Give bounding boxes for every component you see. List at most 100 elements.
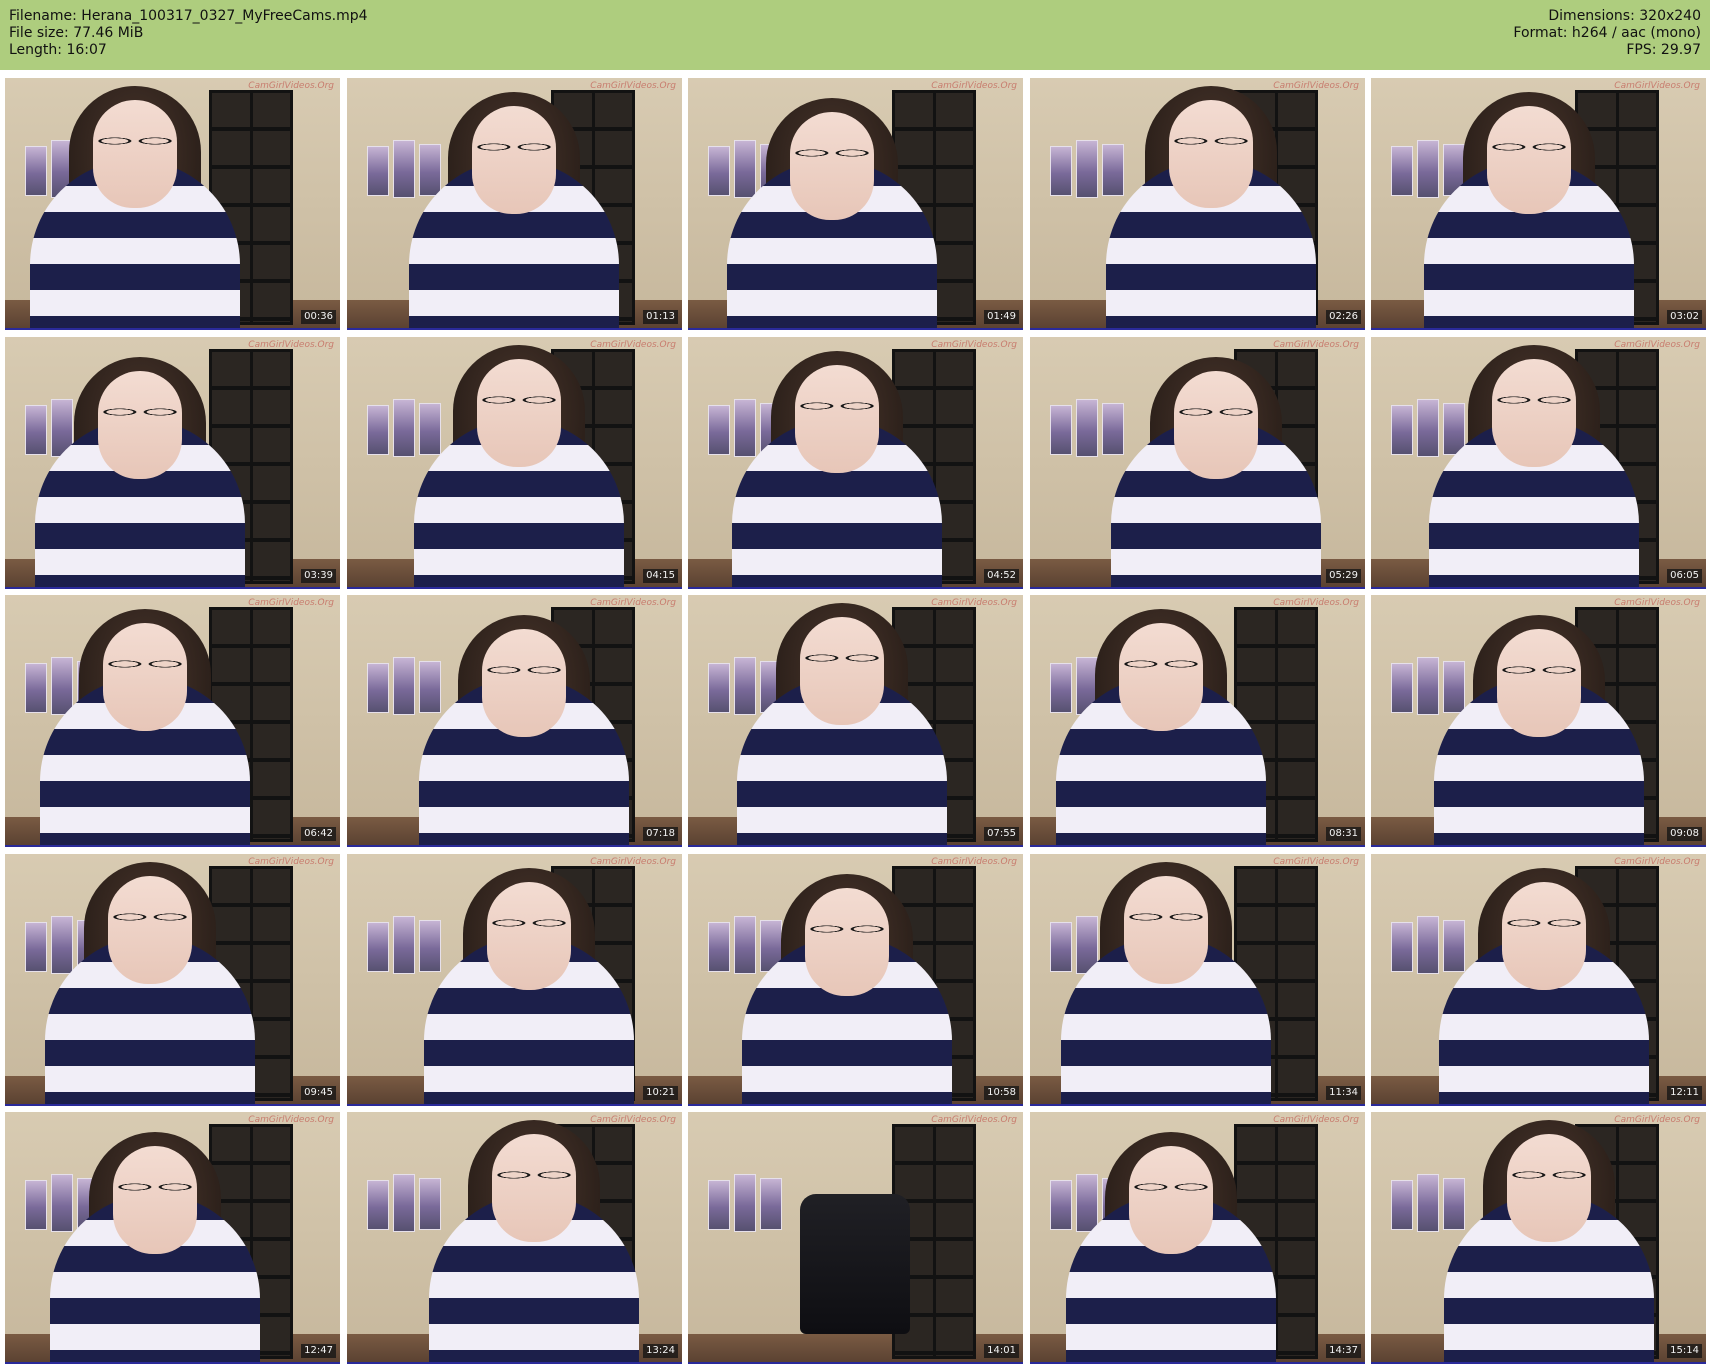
- video-thumbnail: CamGirlVideos.Org 01:13: [347, 78, 682, 330]
- watermark-text: CamGirlVideos.Org: [248, 857, 334, 867]
- video-thumbnail: CamGirlVideos.Org 13:24: [347, 1112, 682, 1364]
- watermark-text: CamGirlVideos.Org: [590, 598, 676, 608]
- person-face-image: [93, 100, 177, 208]
- wall-art-image: [367, 663, 389, 713]
- dimensions-text: Dimensions: 320x240: [1548, 8, 1701, 24]
- video-thumbnail: CamGirlVideos.Org 15:14: [1371, 1112, 1706, 1364]
- video-thumbnail: CamGirlVideos.Org 06:42: [5, 595, 340, 847]
- wall-art-image: [51, 916, 73, 974]
- glasses-icon: [1124, 904, 1208, 930]
- wall-art-image: [1417, 916, 1439, 974]
- video-thumbnail: CamGirlVideos.Org 14:01: [688, 1112, 1023, 1364]
- person-face-image: [1169, 100, 1253, 208]
- wall-art-image: [51, 657, 73, 715]
- watermark-text: CamGirlVideos.Org: [248, 598, 334, 608]
- glasses-icon: [1174, 399, 1258, 425]
- thumbnail-timestamp: 09:08: [1667, 827, 1702, 841]
- video-thumbnail: CamGirlVideos.Org 04:52: [688, 337, 1023, 589]
- wall-art-image: [419, 920, 441, 972]
- glasses-icon: [113, 1174, 197, 1200]
- thumbnail-timestamp: 12:47: [301, 1344, 336, 1358]
- wall-art-image: [1391, 146, 1413, 196]
- thumbnail-timestamp: 06:05: [1667, 569, 1702, 583]
- glasses-icon: [795, 393, 879, 419]
- thumbnail-timestamp: 14:01: [984, 1344, 1019, 1358]
- watermark-text: CamGirlVideos.Org: [590, 1115, 676, 1125]
- glasses-icon: [1502, 910, 1586, 936]
- thumbnail-timestamp: 01:13: [643, 310, 678, 324]
- wall-art-image: [51, 1174, 73, 1232]
- video-thumbnail: CamGirlVideos.Org 10:21: [347, 854, 682, 1106]
- glasses-icon: [487, 910, 571, 936]
- thumbnail-timestamp: 13:24: [643, 1344, 678, 1358]
- thumbnail-timestamp: 05:29: [1326, 569, 1361, 583]
- wall-art-image: [419, 661, 441, 713]
- video-thumbnail: CamGirlVideos.Org 09:45: [5, 854, 340, 1106]
- wall-art-image: [734, 399, 756, 457]
- filesize-text: File size: 77.46 MiB: [9, 25, 144, 41]
- filename-text: Filename: Herana_100317_0327_MyFreeCams.…: [9, 8, 368, 24]
- wall-art-image: [1417, 657, 1439, 715]
- person-face-image: [98, 371, 182, 479]
- watermark-text: CamGirlVideos.Org: [1273, 598, 1359, 608]
- person-face-image: [1507, 1134, 1591, 1242]
- thumbnail-timestamp: 12:11: [1667, 1086, 1702, 1100]
- person-face-image: [1502, 882, 1586, 990]
- thumbnail-timestamp: 00:36: [301, 310, 336, 324]
- thumbnail-timestamp: 06:42: [301, 827, 336, 841]
- wall-art-image: [1391, 922, 1413, 972]
- person-face-image: [103, 623, 187, 731]
- thumbnail-timestamp: 03:02: [1667, 310, 1702, 324]
- watermark-text: CamGirlVideos.Org: [1273, 81, 1359, 91]
- wall-art-image: [393, 140, 415, 198]
- glasses-icon: [1497, 657, 1581, 683]
- thumbnail-timestamp: 10:21: [643, 1086, 678, 1100]
- wall-art-image: [25, 146, 47, 196]
- wall-art-image: [1443, 1178, 1465, 1230]
- glasses-icon: [98, 399, 182, 425]
- wall-art-image: [1417, 399, 1439, 457]
- video-thumbnail: CamGirlVideos.Org 09:08: [1371, 595, 1706, 847]
- watermark-text: CamGirlVideos.Org: [248, 1115, 334, 1125]
- wall-art-image: [734, 1174, 756, 1232]
- glasses-icon: [108, 904, 192, 930]
- wall-art-image: [1050, 922, 1072, 972]
- glasses-icon: [1169, 128, 1253, 154]
- watermark-text: CamGirlVideos.Org: [931, 857, 1017, 867]
- wall-art-image: [1050, 405, 1072, 455]
- wall-art-image: [393, 657, 415, 715]
- glasses-icon: [1507, 1162, 1591, 1188]
- wall-art-image: [367, 1180, 389, 1230]
- thumbnail-timestamp: 09:45: [301, 1086, 336, 1100]
- length-text: Length: 16:07: [9, 42, 107, 58]
- video-thumbnail: CamGirlVideos.Org 05:29: [1030, 337, 1365, 589]
- wall-art-image: [708, 922, 730, 972]
- watermark-text: CamGirlVideos.Org: [931, 340, 1017, 350]
- wall-art-image: [1050, 663, 1072, 713]
- person-face-image: [790, 112, 874, 220]
- glasses-icon: [477, 387, 561, 413]
- video-thumbnail: CamGirlVideos.Org 01:49: [688, 78, 1023, 330]
- video-thumbnail: CamGirlVideos.Org 02:26: [1030, 78, 1365, 330]
- video-thumbnail: CamGirlVideos.Org 10:58: [688, 854, 1023, 1106]
- wall-art-image: [708, 1180, 730, 1230]
- person-face-image: [1119, 623, 1203, 731]
- wall-art-image: [708, 663, 730, 713]
- video-thumbnail: CamGirlVideos.Org 11:34: [1030, 854, 1365, 1106]
- glasses-icon: [790, 140, 874, 166]
- wall-art-image: [734, 140, 756, 198]
- format-text: Format: h264 / aac (mono): [1513, 25, 1701, 41]
- video-thumbnail: CamGirlVideos.Org 08:31: [1030, 595, 1365, 847]
- video-thumbnail: CamGirlVideos.Org 07:55: [688, 595, 1023, 847]
- wall-art-image: [419, 144, 441, 196]
- video-thumbnail: CamGirlVideos.Org 03:39: [5, 337, 340, 589]
- thumbnail-timestamp: 07:55: [984, 827, 1019, 841]
- video-thumbnail: CamGirlVideos.Org 04:15: [347, 337, 682, 589]
- person-face-image: [1497, 629, 1581, 737]
- wall-art-image: [1391, 663, 1413, 713]
- person-face-image: [1492, 359, 1576, 467]
- person-face-image: [487, 882, 571, 990]
- thumbnail-timestamp: 10:58: [984, 1086, 1019, 1100]
- info-header: Filename: Herana_100317_0327_MyFreeCams.…: [0, 0, 1710, 70]
- wall-art-image: [1391, 1180, 1413, 1230]
